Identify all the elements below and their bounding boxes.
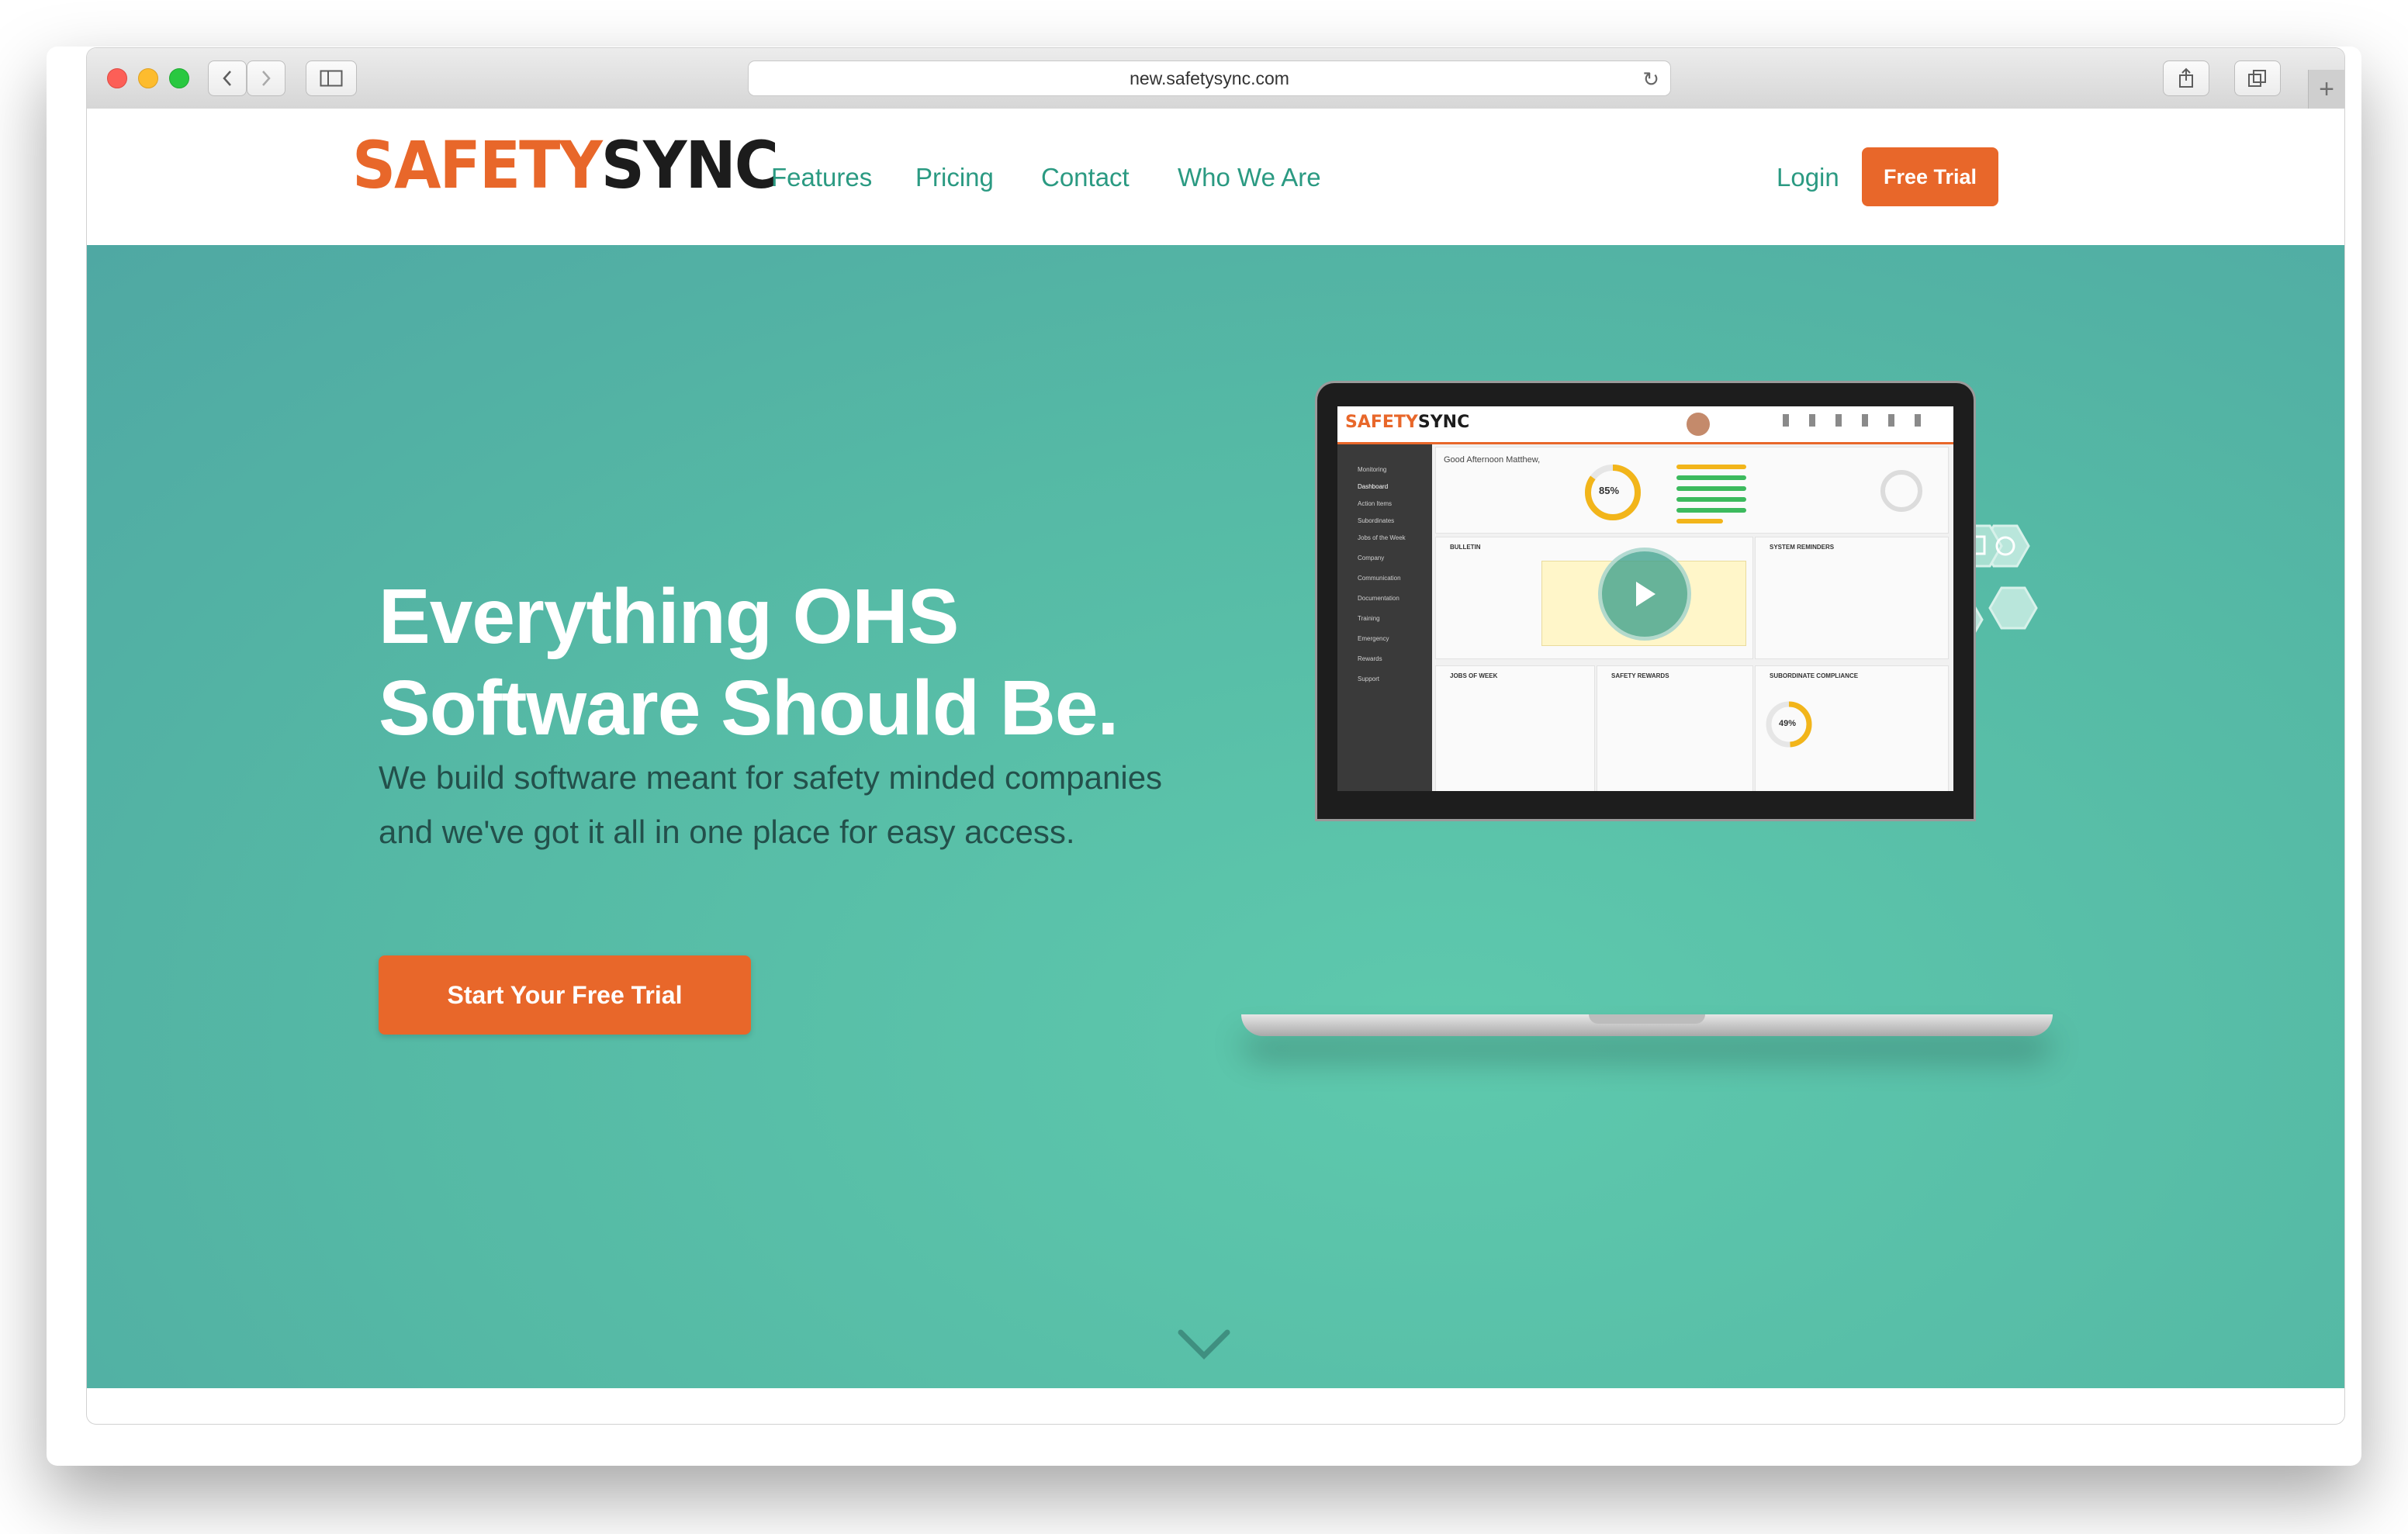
plus-icon: + <box>2319 74 2334 104</box>
sidebar-item-dashboard: Dashboard <box>1358 483 1389 490</box>
progress-bar <box>1676 465 1746 469</box>
start-free-trial-button[interactable]: Start Your Free Trial <box>379 955 751 1035</box>
safetysync-logo[interactable]: SAFETYSYNC <box>352 133 779 199</box>
nav-contact[interactable]: Contact <box>1041 164 1130 190</box>
sidebar-item-subordinates: Subordinates <box>1358 517 1395 524</box>
jobs-of-week-title: JOBS OF WEEK <box>1450 672 1498 679</box>
site-header: SAFETYSYNC Features Pricing Contact Who … <box>87 109 2344 245</box>
nav-features[interactable]: Features <box>771 164 872 190</box>
jobs-of-week-panel: JOBS OF WEEK <box>1435 665 1595 791</box>
system-reminders-panel: SYSTEM REMINDERS <box>1755 537 1949 659</box>
progress-bar <box>1676 519 1723 523</box>
zoom-window-button[interactable] <box>169 68 189 88</box>
new-tab-button[interactable]: + <box>2308 70 2344 109</box>
sidebar-item-documentation: Documentation <box>1358 595 1399 602</box>
login-link[interactable]: Login <box>1777 164 1839 190</box>
nav-pricing[interactable]: Pricing <box>915 164 994 190</box>
hero-subtitle: We build software meant for safety minde… <box>379 759 1163 850</box>
sidebar-item-emergency: Emergency <box>1358 635 1389 642</box>
laptop-mockup: SAFETYSYNC Monitoring Dashboard Action I… <box>1241 383 2073 1036</box>
close-window-button[interactable] <box>107 68 127 88</box>
progress-bar <box>1676 475 1746 480</box>
bulletin-title: BULLETIN <box>1450 544 1481 551</box>
app-sidebar: Monitoring Dashboard Action Items Subord… <box>1337 444 1432 791</box>
user-avatar <box>1687 413 1710 436</box>
minimize-window-button[interactable] <box>138 68 158 88</box>
sidebar-item-support: Support <box>1358 675 1380 682</box>
tabs-overview-button[interactable] <box>2234 60 2281 96</box>
app-header: SAFETYSYNC <box>1337 406 1953 444</box>
sidebar-item-company: Company <box>1358 555 1385 561</box>
app-logo: SAFETYSYNC <box>1345 413 1470 432</box>
subordinate-compliance-panel: SUBORDINATE COMPLIANCE 49% <box>1755 665 1949 791</box>
greeting-text: Good Afternoon Matthew, <box>1444 455 1541 465</box>
company-rank-gauge <box>1880 470 1922 512</box>
forward-button[interactable] <box>247 60 285 96</box>
browser-toolbar: new.safetysync.com ↻ + <box>87 48 2344 109</box>
scroll-down-chevron-icon[interactable] <box>1176 1326 1232 1363</box>
play-icon <box>1636 582 1656 606</box>
safety-rewards-panel: SAFETY REWARDS <box>1597 665 1753 791</box>
compliance-value: 85% <box>1599 485 1620 496</box>
progress-bar <box>1676 486 1746 491</box>
share-icon <box>2179 67 2193 88</box>
progress-bar <box>1676 508 1746 513</box>
welcome-panel: Good Afternoon Matthew, 85% <box>1435 447 1949 534</box>
back-button[interactable] <box>208 60 247 96</box>
hero-title: Everything OHS Software Should Be. <box>379 573 1119 751</box>
sidebar-item-communication: Communication <box>1358 575 1401 582</box>
subordinate-compliance-title: SUBORDINATE COMPLIANCE <box>1770 672 1859 679</box>
chevron-right-icon <box>262 71 271 86</box>
progress-bar <box>1676 497 1746 502</box>
sidebar-item-monitoring: Monitoring <box>1358 466 1387 473</box>
laptop-screen-bezel: SAFETYSYNC Monitoring Dashboard Action I… <box>1317 383 1974 819</box>
laptop-notch <box>1589 1014 1705 1024</box>
address-bar[interactable]: new.safetysync.com ↻ <box>748 60 1671 96</box>
sidebar-item-action-items: Action Items <box>1358 500 1393 507</box>
browser-window: new.safetysync.com ↻ + SAFETYSYNC Featur… <box>87 48 2344 1424</box>
app-dashboard-preview: SAFETYSYNC Monitoring Dashboard Action I… <box>1337 406 1953 791</box>
sidebar-item-rewards: Rewards <box>1358 655 1382 662</box>
nav-who-we-are[interactable]: Who We Are <box>1178 164 1321 190</box>
header-icons <box>1783 414 1938 427</box>
safety-rewards-title: SAFETY REWARDS <box>1611 672 1669 679</box>
sidebar-item-training: Training <box>1358 615 1380 622</box>
share-button[interactable] <box>2163 60 2209 96</box>
free-trial-button[interactable]: Free Trial <box>1862 147 1998 206</box>
sidebar-toggle-button[interactable] <box>306 60 357 96</box>
sidebar-item-jobs: Jobs of the Week <box>1358 534 1406 541</box>
system-reminders-title: SYSTEM REMINDERS <box>1770 544 1835 551</box>
bulletin-panel: BULLETIN <box>1435 537 1753 659</box>
url-text: new.safetysync.com <box>1130 67 1289 88</box>
subordinate-value: 49% <box>1779 719 1797 728</box>
play-video-button[interactable] <box>1598 548 1691 641</box>
reload-icon[interactable]: ↻ <box>1642 67 1659 92</box>
tabs-icon <box>2248 70 2266 87</box>
chevron-left-icon <box>223 71 231 86</box>
sidebar-icon <box>320 70 343 87</box>
